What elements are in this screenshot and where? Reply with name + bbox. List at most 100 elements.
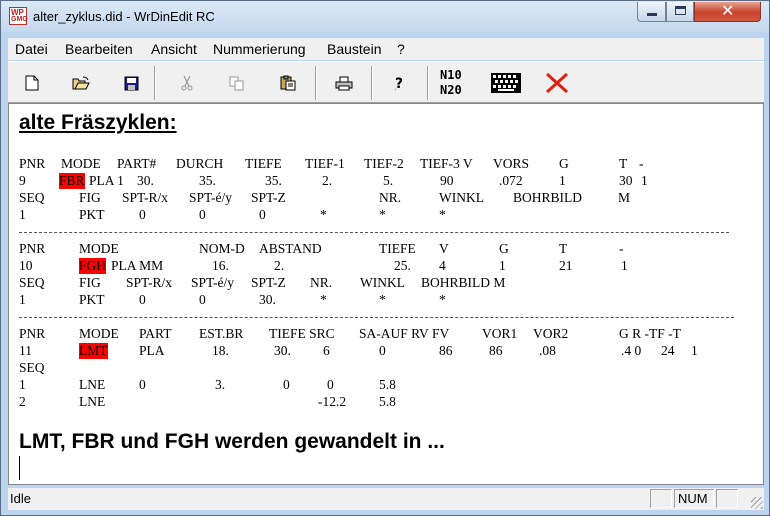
b2-r2-g: 1 [499, 258, 506, 273]
help-button[interactable]: ? [389, 72, 411, 94]
cut-icon [181, 75, 193, 91]
n10-label: N10 [440, 68, 462, 82]
b1-r1-t: T [619, 156, 628, 171]
b2-r3-sptr: SPT-R/x [126, 275, 173, 290]
b3-r5-e: 5.8 [379, 394, 396, 409]
print-button[interactable] [333, 72, 355, 94]
b1-r3-winkl: WINKL [439, 190, 484, 205]
keyboard-icon [491, 73, 521, 93]
toolbar-separator [427, 66, 429, 100]
b1-r1-tief1: TIEF-1 [305, 156, 345, 171]
status-bar: Idle NUM [8, 488, 764, 510]
b2-r4-seq: 1 [19, 292, 26, 307]
b2-r4-fig: PKT [79, 292, 105, 307]
b1-r1-tief3v: TIEF-3 V [420, 156, 473, 171]
toolbar-separator [154, 66, 156, 100]
b3-r3-seq: SEQ [19, 360, 45, 375]
delete-button[interactable] [545, 72, 569, 94]
b3-r2-part: PLA [139, 343, 165, 358]
b3-r2-pnr: 11 [19, 343, 32, 358]
minimize-button[interactable] [637, 2, 666, 22]
b1-r4-spte: 0 [199, 207, 206, 222]
b3-r5-d: -12.2 [318, 394, 347, 409]
conversion-heading: LMT, FBR und FGH werden gewandelt in ... [19, 430, 445, 453]
b2-r1-mode: MODE [79, 241, 119, 256]
paste-button[interactable] [277, 72, 299, 94]
b1-r2-x: 1 [641, 173, 648, 188]
b3-r1-part: PART [139, 326, 172, 341]
b2-r1-dash: - [619, 241, 624, 256]
toolbar: ? N10 N20 [8, 61, 764, 103]
copy-button[interactable] [226, 72, 248, 94]
menu-bearbeiten[interactable]: Bearbeiten [65, 41, 133, 57]
menu-nummerierung[interactable]: Nummerierung [213, 41, 306, 57]
b3-r1-saauf: SA-AUF RV FV [359, 326, 450, 341]
document-editor[interactable]: alte Fräszyklen: PNR MODE PART# DURCH TI… [8, 103, 764, 485]
b3-r2-mode-highlight: LMT [79, 343, 108, 359]
b2-r4-spte: 0 [199, 292, 206, 307]
menu-ansicht[interactable]: Ansicht [151, 41, 197, 57]
maximize-button[interactable] [666, 2, 694, 22]
n10-n20-button[interactable]: N10 N20 [440, 68, 462, 98]
b1-r4-winkl: * [379, 207, 386, 222]
b1-r4-bohrbild: * [439, 207, 446, 222]
cut-button[interactable] [176, 72, 198, 94]
menu-datei[interactable]: Datei [15, 41, 48, 57]
b3-r4-d: 0 [327, 377, 334, 392]
new-file-button[interactable] [21, 72, 43, 94]
open-file-button[interactable] [70, 72, 92, 94]
b3-r2-t: 1 [691, 343, 698, 358]
keyboard-button[interactable] [490, 72, 522, 94]
b1-r4-sptr: 0 [139, 207, 146, 222]
b2-r4-bohrbild: * [439, 292, 446, 307]
b3-r4-seq: 1 [19, 377, 26, 392]
app-logo-text-bottom: GMG [11, 16, 28, 23]
b1-r4-fig: PKT [79, 207, 105, 222]
b1-r1-durch: DURCH [176, 156, 224, 171]
b2-r2-t: 21 [559, 258, 573, 273]
b3-r1-vor2: VOR2 [533, 326, 569, 341]
b2-r1-abstand: ABSTAND [259, 241, 322, 256]
b2-r4-nr: * [320, 292, 327, 307]
b3-r5-seq: 2 [19, 394, 26, 409]
b1-r3-m: M [618, 190, 631, 205]
b2-r4-winkl: * [379, 292, 386, 307]
svg-text:?: ? [395, 76, 403, 91]
b2-r2-abstand: 2. [274, 258, 285, 273]
resize-grip[interactable] [751, 497, 763, 509]
maximize-icon [675, 6, 686, 15]
b2-r2-x: 1 [621, 258, 628, 273]
help-icon: ? [394, 76, 403, 91]
minimize-icon [647, 13, 657, 16]
b2-r3-winkl: WINKL [360, 275, 405, 290]
b3-r2-vor1: 86 [489, 343, 503, 358]
b2-r3-spte: SPT-é/y [191, 275, 235, 290]
b2-r1-pnr: PNR [19, 241, 46, 256]
b1-r2-tief1: 35. [265, 173, 282, 188]
b3-r2-tiefe: 30. [274, 343, 291, 358]
b1-r1-pnr: PNR [19, 156, 46, 171]
b3-r2-saauf: 0 [379, 343, 386, 358]
title-bar[interactable]: WP GMG alter_zyklus.did - WrDinEdit RC ✕ [1, 1, 769, 32]
b1-r4-seq: 1 [19, 207, 26, 222]
b3-r1-estbr: EST.BR [199, 326, 244, 341]
b3-r4-e: 5.8 [379, 377, 396, 392]
menu-baustein[interactable]: Baustein [327, 41, 381, 57]
b2-r2-pla: PLA MM [111, 258, 164, 273]
window-title: alter_zyklus.did - WrDinEdit RC [33, 9, 215, 24]
n20-label: N20 [440, 83, 462, 97]
app-logo-icon[interactable]: WP GMG [9, 7, 28, 25]
save-icon [124, 76, 138, 90]
b2-r1-g: G [499, 241, 509, 256]
b3-r2-vor2: .08 [539, 343, 556, 358]
b1-r1-part: PART# [117, 156, 157, 171]
save-file-button[interactable] [120, 72, 142, 94]
close-button[interactable]: ✕ [694, 1, 761, 22]
b1-r2-vors: .072 [499, 173, 523, 188]
b1-r2-g: 1 [559, 173, 566, 188]
open-icon [72, 76, 90, 89]
b3-r1-grtft: G R -TF -T [619, 326, 681, 341]
b1-r3-bohrbild: BOHRBILD [513, 190, 583, 205]
menu-help[interactable]: ? [397, 41, 405, 57]
b3-r4-a: 0 [139, 377, 146, 392]
